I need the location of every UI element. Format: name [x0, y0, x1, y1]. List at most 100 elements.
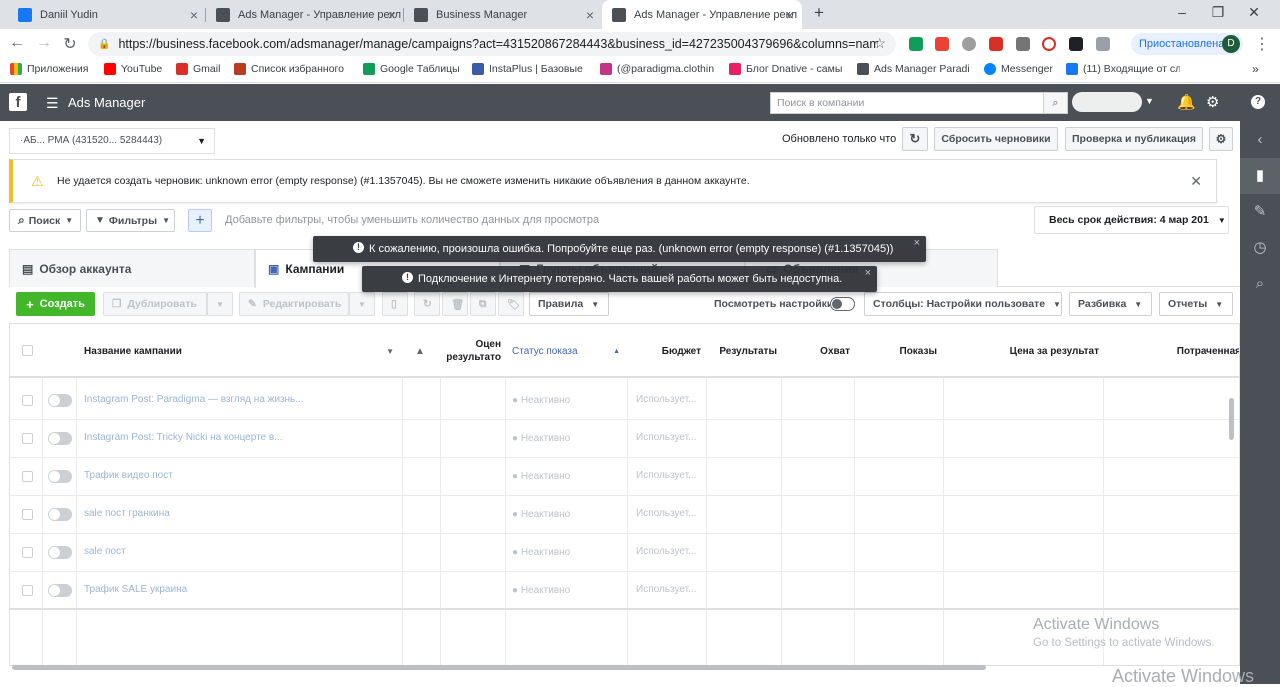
create-button[interactable]: + Создать: [16, 292, 95, 316]
campaign-toggle[interactable]: [48, 584, 72, 597]
campaign-toggle[interactable]: [48, 432, 72, 445]
extension-icon[interactable]: [1016, 37, 1030, 51]
column-header-status[interactable]: Статус показа ▲: [512, 324, 626, 378]
table-row[interactable]: Instagram Post: Paradigma — взгляд на жи…: [10, 382, 1239, 420]
filters-dropdown[interactable]: ▼ Фильтры ▼: [86, 209, 175, 232]
close-icon[interactable]: ×: [914, 237, 920, 249]
bookmark-ads-manager[interactable]: Ads Manager Paradi: [857, 63, 973, 75]
column-header-reach[interactable]: Охват: [782, 324, 850, 378]
vertical-scrollbar[interactable]: [1229, 398, 1234, 440]
reports-dropdown[interactable]: Отчеты ▼: [1159, 292, 1233, 316]
breakdown-dropdown[interactable]: Разбивка ▼: [1069, 292, 1152, 316]
bookmark-sheets[interactable]: Google Таблицы: [363, 63, 461, 75]
review-publish-button[interactable]: Проверка и публикация: [1065, 127, 1203, 151]
trash-icon[interactable]: 🗑: [442, 292, 468, 316]
campaign-name[interactable]: sale пост: [84, 546, 126, 557]
tab-account-overview[interactable]: ▤ Обзор аккаунта: [9, 249, 255, 287]
back-icon[interactable]: ←: [7, 34, 27, 52]
column-header-spent[interactable]: Потраченная: [1104, 324, 1239, 378]
browser-tab-1[interactable]: Daniil Yudin ×: [8, 0, 206, 29]
view-settings-toggle[interactable]: [830, 297, 855, 311]
table-row[interactable]: sale пост гранкина ● Неактивно Используе…: [10, 496, 1239, 534]
column-header-name[interactable]: Название кампании ▼: [84, 324, 398, 378]
campaign-name[interactable]: Трафик SALE украина: [84, 584, 187, 595]
warning-column-icon[interactable]: ▲: [415, 324, 435, 378]
extension-icon[interactable]: [1096, 37, 1110, 51]
bookmark-youtube[interactable]: YouTube: [104, 63, 174, 75]
table-row[interactable]: Instagram Post: Tricky Nicki на концерте…: [10, 420, 1239, 458]
extension-icon[interactable]: [909, 37, 923, 51]
business-switcher-avatar[interactable]: [1072, 92, 1142, 112]
bookmark-gmail[interactable]: Gmail: [176, 63, 232, 75]
select-all-checkbox[interactable]: [22, 345, 33, 356]
menu-icon[interactable]: ☰: [46, 95, 59, 112]
extension-icon[interactable]: [935, 37, 949, 51]
close-tab-icon[interactable]: ×: [586, 7, 594, 23]
columns-dropdown[interactable]: Столбцы: Настройки пользовате ▼: [864, 292, 1062, 316]
refresh-icon[interactable]: ↻: [902, 127, 928, 151]
close-tab-icon[interactable]: ×: [786, 7, 794, 23]
rules-dropdown[interactable]: Правила ▼: [529, 292, 609, 316]
tag-icon[interactable]: 🏷: [498, 292, 524, 316]
search-dropdown[interactable]: ⌕ Поиск ▼: [9, 209, 81, 232]
edit-dropdown[interactable]: ▼: [349, 292, 375, 316]
campaign-toggle[interactable]: [48, 546, 72, 559]
add-filter-button[interactable]: +: [188, 209, 212, 232]
block-icon[interactable]: [1042, 37, 1056, 51]
bookmarks-overflow[interactable]: »: [1252, 62, 1259, 76]
notifications-bell-icon[interactable]: 🔔: [1177, 93, 1196, 111]
browser-tab-4-active[interactable]: Ads Manager - Управление рекл ×: [602, 0, 802, 29]
search-icon[interactable]: ⌕: [1240, 266, 1280, 302]
campaign-name[interactable]: Instagram Post: Paradigma — взгляд на жи…: [84, 394, 304, 405]
column-header-budget[interactable]: Бюджет: [628, 324, 701, 378]
delete-icon[interactable]: ▯: [382, 292, 408, 316]
chevron-down-icon[interactable]: ▼: [1145, 96, 1154, 106]
campaign-toggle[interactable]: [48, 470, 72, 483]
bookmark-instagram[interactable]: (@paradigma.clothin: [600, 63, 718, 75]
maximize-icon[interactable]: ❐: [1208, 4, 1228, 21]
row-checkbox[interactable]: [22, 395, 33, 406]
bookmark-favorites[interactable]: Список избранного: [234, 63, 354, 75]
search-icon[interactable]: ⌕: [1043, 93, 1067, 113]
business-search-input[interactable]: Поиск в компании ⌕: [770, 92, 1068, 114]
close-icon[interactable]: ×: [865, 267, 871, 279]
close-icon[interactable]: ✕: [1190, 173, 1202, 190]
row-checkbox[interactable]: [22, 509, 33, 520]
duplicate-dropdown[interactable]: ▼: [207, 292, 233, 316]
chart-icon[interactable]: ▮: [1240, 158, 1280, 194]
column-header-impressions[interactable]: Показы: [855, 324, 938, 378]
bookmark-apps[interactable]: Приложения: [10, 63, 100, 75]
extension-icon[interactable]: [989, 37, 1003, 51]
row-checkbox[interactable]: [22, 471, 33, 482]
history-clock-icon[interactable]: ◷: [1240, 230, 1280, 266]
settings-gear-icon[interactable]: ⚙: [1206, 93, 1219, 111]
bookmark-messenger[interactable]: Messenger: [984, 63, 1056, 75]
row-checkbox[interactable]: [22, 547, 33, 558]
campaign-name[interactable]: Трафик видео пост: [84, 470, 173, 481]
ab-test-icon[interactable]: ⧉: [470, 292, 496, 316]
new-tab-button[interactable]: +: [809, 3, 829, 23]
table-row[interactable]: Трафик видео пост ● Неактивно Использует…: [10, 458, 1239, 496]
profile-paused-button[interactable]: Приостановлена D: [1131, 33, 1243, 55]
account-selector[interactable]: ·АБ... РМА (431520... 5284443) ▼: [9, 128, 215, 154]
edit-button[interactable]: ✎ Редактировать: [239, 292, 349, 316]
facebook-logo-icon[interactable]: f: [9, 93, 27, 111]
campaign-name[interactable]: sale пост гранкина: [84, 508, 170, 519]
campaign-name[interactable]: Instagram Post: Tricky Nicki на концерте…: [84, 432, 283, 443]
edit-pencil-icon[interactable]: ✎: [1240, 194, 1280, 230]
minimize-icon[interactable]: –: [1172, 4, 1192, 20]
row-checkbox[interactable]: [22, 433, 33, 444]
bookmark-dnative[interactable]: Блог Dnative - самы: [729, 63, 847, 75]
table-row[interactable]: sale пост ● Неактивно Использует...: [10, 534, 1239, 572]
bookmark-instaplus[interactable]: InstaPlus | Базовые: [472, 63, 590, 75]
reload-icon[interactable]: ↻: [60, 34, 80, 54]
browser-tab-3[interactable]: Business Manager ×: [404, 0, 602, 29]
column-header-rating[interactable]: Оцен результато: [441, 324, 501, 378]
settings-gear-icon[interactable]: ⚙: [1209, 127, 1233, 151]
table-row[interactable]: Трафик SALE украина ● Неактивно Использу…: [10, 572, 1239, 610]
close-tab-icon[interactable]: ×: [388, 7, 396, 23]
address-bar[interactable]: 🔒 https://business.facebook.com/adsmanag…: [88, 32, 896, 56]
forward-icon[interactable]: →: [34, 34, 54, 52]
more-menu-icon[interactable]: ⋮: [1252, 34, 1272, 54]
row-checkbox[interactable]: [22, 585, 33, 596]
